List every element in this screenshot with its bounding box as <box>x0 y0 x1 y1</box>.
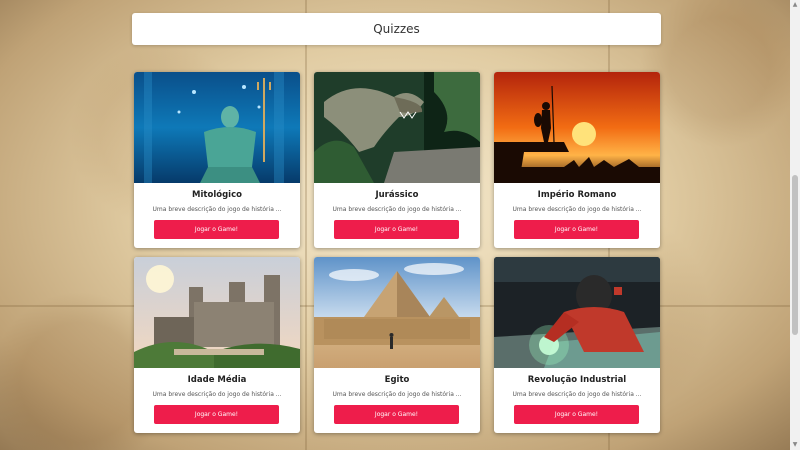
card-title: Império Romano <box>537 190 617 200</box>
card-description: Uma breve descrição do jogo de história … <box>152 391 282 398</box>
card-title: Egito <box>384 375 410 385</box>
roman-soldier-image <box>494 72 660 183</box>
dinosaur-image <box>314 72 480 183</box>
quiz-card-egito: Egito Uma breve descrição do jogo de his… <box>314 257 480 433</box>
pyramid-image <box>314 257 480 368</box>
quiz-card-revolucao-industrial: Revolução Industrial Uma breve descrição… <box>494 257 660 433</box>
card-description: Uma breve descrição do jogo de história … <box>332 391 462 398</box>
quiz-card-mitologico: Mitológico Uma breve descrição do jogo d… <box>134 72 300 248</box>
card-description: Uma breve descrição do jogo de história … <box>152 206 282 213</box>
scrollbar-thumb[interactable] <box>792 175 798 335</box>
page-header: Quizzes <box>132 13 661 45</box>
page-title: Quizzes <box>373 22 420 36</box>
quiz-card-imperio-romano: Império Romano Uma breve descrição do jo… <box>494 72 660 248</box>
page-scrollbar[interactable]: ▲ ▼ <box>790 0 800 450</box>
card-description: Uma breve descrição do jogo de história … <box>332 206 462 213</box>
welder-image <box>494 257 660 368</box>
card-description: Uma breve descrição do jogo de história … <box>512 206 642 213</box>
play-game-button[interactable]: Jogar o Game! <box>334 405 459 424</box>
mythology-image <box>134 72 300 183</box>
card-title: Mitológico <box>192 190 242 200</box>
card-description: Uma breve descrição do jogo de história … <box>512 391 642 398</box>
card-title: Jurássico <box>375 190 419 200</box>
play-game-button[interactable]: Jogar o Game! <box>514 220 639 239</box>
card-title: Idade Média <box>187 375 247 385</box>
card-title: Revolução Industrial <box>527 375 627 385</box>
play-game-button[interactable]: Jogar o Game! <box>154 220 279 239</box>
quiz-card-jurassico: Jurássico Uma breve descrição do jogo de… <box>314 72 480 248</box>
scroll-up-icon[interactable]: ▲ <box>792 2 798 8</box>
play-game-button[interactable]: Jogar o Game! <box>514 405 639 424</box>
quiz-card-idade-media: Idade Média Uma breve descrição do jogo … <box>134 257 300 433</box>
castle-image <box>134 257 300 368</box>
parchment-fold <box>305 0 307 450</box>
scroll-down-icon[interactable]: ▼ <box>792 442 798 448</box>
play-game-button[interactable]: Jogar o Game! <box>154 405 279 424</box>
play-game-button[interactable]: Jogar o Game! <box>334 220 459 239</box>
